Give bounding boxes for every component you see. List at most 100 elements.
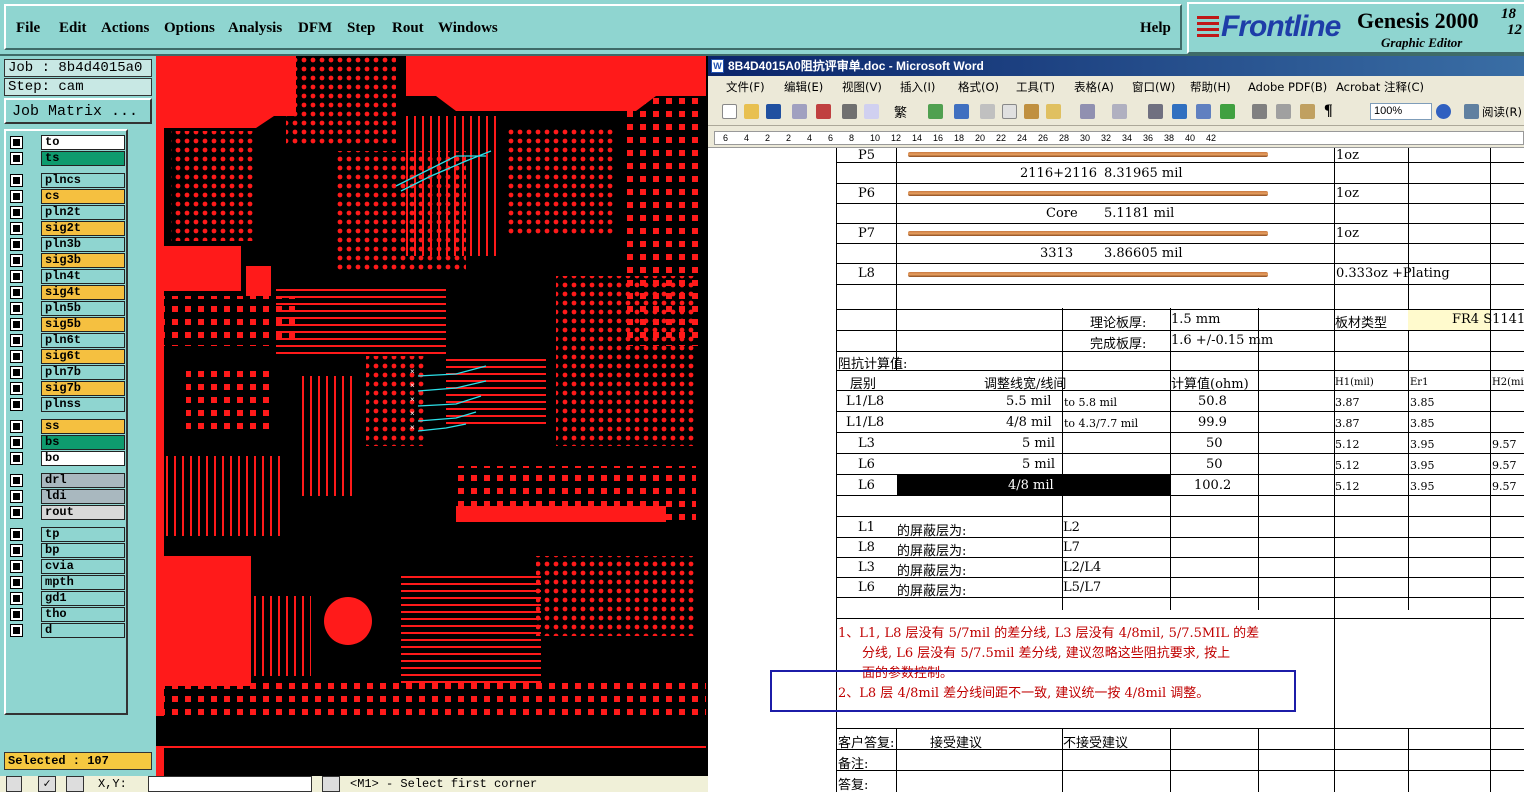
layer-name[interactable]: rout (41, 505, 125, 520)
pcb-graphic-view[interactable]: × × × × × (156, 56, 706, 776)
layer-name[interactable]: d (41, 623, 125, 638)
layer-row-sig5b[interactable]: sig5b (6, 317, 126, 332)
accept-option[interactable]: 接受建议 (930, 732, 982, 751)
layer-checkbox[interactable] (10, 334, 23, 347)
snap-icon[interactable] (66, 776, 84, 792)
spelling-icon[interactable] (928, 104, 943, 119)
redo-icon[interactable] (1112, 104, 1127, 119)
layer-row-ts[interactable]: ts (6, 151, 126, 166)
menu-options[interactable]: Options (164, 20, 215, 37)
menu-windows[interactable]: Windows (438, 20, 498, 37)
layer-name[interactable]: tho (41, 607, 125, 622)
check-icon[interactable]: ✓ (38, 776, 56, 792)
layer-row-sig3b[interactable]: sig3b (6, 253, 126, 268)
traditional-chinese-icon[interactable]: 繁 (894, 102, 909, 120)
layer-row-pln6t[interactable]: pln6t (6, 333, 126, 348)
layer-row-bs[interactable]: bs (6, 435, 126, 450)
layer-checkbox[interactable] (10, 420, 23, 433)
help-icon[interactable] (1436, 104, 1451, 119)
tables-borders-icon[interactable] (1172, 104, 1187, 119)
layer-row-pln5b[interactable]: pln5b (6, 301, 126, 316)
wmenu-insert[interactable]: 插入(I) (900, 76, 935, 98)
layer-name[interactable]: plncs (41, 173, 125, 188)
layer-checkbox[interactable] (10, 318, 23, 331)
layer-name[interactable]: sig3b (41, 253, 125, 268)
layer-row-drl[interactable]: drl (6, 473, 126, 488)
drawing-icon[interactable] (1276, 104, 1291, 119)
menu-step[interactable]: Step (347, 20, 375, 37)
menu-analysis[interactable]: Analysis (228, 20, 282, 37)
insert-table-icon[interactable] (1196, 104, 1211, 119)
menu-edit[interactable]: Edit (59, 20, 87, 37)
layer-row-bp[interactable]: bp (6, 543, 126, 558)
print-icon[interactable] (842, 104, 857, 119)
reject-option[interactable]: 不接受建议 (1063, 732, 1128, 751)
new-doc-icon[interactable] (722, 104, 737, 119)
layer-checkbox[interactable] (10, 302, 23, 315)
layer-name[interactable]: cs (41, 189, 125, 204)
layer-checkbox[interactable] (10, 152, 23, 165)
layer-row-plncs[interactable]: plncs (6, 173, 126, 188)
layer-checkbox[interactable] (10, 136, 23, 149)
layer-row-cvia[interactable]: cvia (6, 559, 126, 574)
wmenu-help[interactable]: 帮助(H) (1190, 76, 1231, 98)
layer-checkbox[interactable] (10, 206, 23, 219)
step-name-field[interactable]: Step: cam (4, 78, 152, 96)
layer-checkbox[interactable] (10, 174, 23, 187)
layer-checkbox[interactable] (10, 238, 23, 251)
menu-dfm[interactable]: DFM (298, 20, 332, 37)
layer-name[interactable]: drl (41, 473, 125, 488)
document-body[interactable]: P5 1oz 2116+2116 8.31965 mil P6 1oz Core… (708, 148, 1524, 792)
wmenu-adobe-pdf[interactable]: Adobe PDF(B) (1248, 76, 1327, 98)
layer-checkbox[interactable] (10, 592, 23, 605)
layer-name[interactable]: plnss (41, 397, 125, 412)
layer-name[interactable]: ss (41, 419, 125, 434)
layer-row-ldi[interactable]: ldi (6, 489, 126, 504)
layer-name[interactable]: sig4t (41, 285, 125, 300)
layer-checkbox[interactable] (10, 350, 23, 363)
layer-row-sig2t[interactable]: sig2t (6, 221, 126, 236)
layer-checkbox[interactable] (10, 222, 23, 235)
layer-name[interactable]: bo (41, 451, 125, 466)
layer-checkbox[interactable] (10, 608, 23, 621)
layer-checkbox[interactable] (10, 624, 23, 637)
layer-name[interactable]: pln6t (41, 333, 125, 348)
coord-input[interactable] (148, 776, 312, 792)
layer-name[interactable]: cvia (41, 559, 125, 574)
layer-name[interactable]: to (41, 135, 125, 150)
wmenu-table[interactable]: 表格(A) (1074, 76, 1114, 98)
pause-icon[interactable] (322, 776, 340, 792)
wmenu-acrobat[interactable]: Acrobat 注释(C) (1336, 76, 1424, 98)
paste-icon[interactable] (1024, 104, 1039, 119)
layer-checkbox[interactable] (10, 254, 23, 267)
horizontal-ruler[interactable]: 6 4 2 2 4 6 8 10 12 14 16 18 20 22 24 26 28 30 32 34 36 38 40 4… (708, 126, 1524, 148)
format-painter-icon[interactable] (1046, 104, 1061, 119)
layer-name[interactable]: ts (41, 151, 125, 166)
layer-name[interactable]: pln7b (41, 365, 125, 380)
hyperlink-icon[interactable] (1148, 104, 1163, 119)
layer-checkbox[interactable] (10, 544, 23, 557)
layer-name[interactable]: sig2t (41, 221, 125, 236)
wmenu-file[interactable]: 文件(F) (726, 76, 765, 98)
wmenu-window[interactable]: 窗口(W) (1132, 76, 1175, 98)
layer-row-pln3b[interactable]: pln3b (6, 237, 126, 252)
print-preview-icon[interactable] (864, 104, 879, 119)
layer-name[interactable]: gd1 (41, 591, 125, 606)
layer-row-rout[interactable]: rout (6, 505, 126, 520)
wmenu-format[interactable]: 格式(O) (958, 76, 999, 98)
layer-row-to[interactable]: to (6, 135, 126, 150)
layer-name[interactable]: sig7b (41, 381, 125, 396)
pcb-canvas[interactable]: × × × × × (156, 56, 706, 776)
layer-checkbox[interactable] (10, 190, 23, 203)
layer-row-sig4t[interactable]: sig4t (6, 285, 126, 300)
layer-row-pln2t[interactable]: pln2t (6, 205, 126, 220)
layer-name[interactable]: sig5b (41, 317, 125, 332)
layer-row-plnss[interactable]: plnss (6, 397, 126, 412)
layer-row-gd1[interactable]: gd1 (6, 591, 126, 606)
layer-checkbox[interactable] (10, 398, 23, 411)
menu-help[interactable]: Help (1140, 20, 1171, 37)
open-icon[interactable] (744, 104, 759, 119)
menu-rout[interactable]: Rout (392, 20, 424, 37)
layer-name[interactable]: pln3b (41, 237, 125, 252)
columns-icon[interactable] (1252, 104, 1267, 119)
